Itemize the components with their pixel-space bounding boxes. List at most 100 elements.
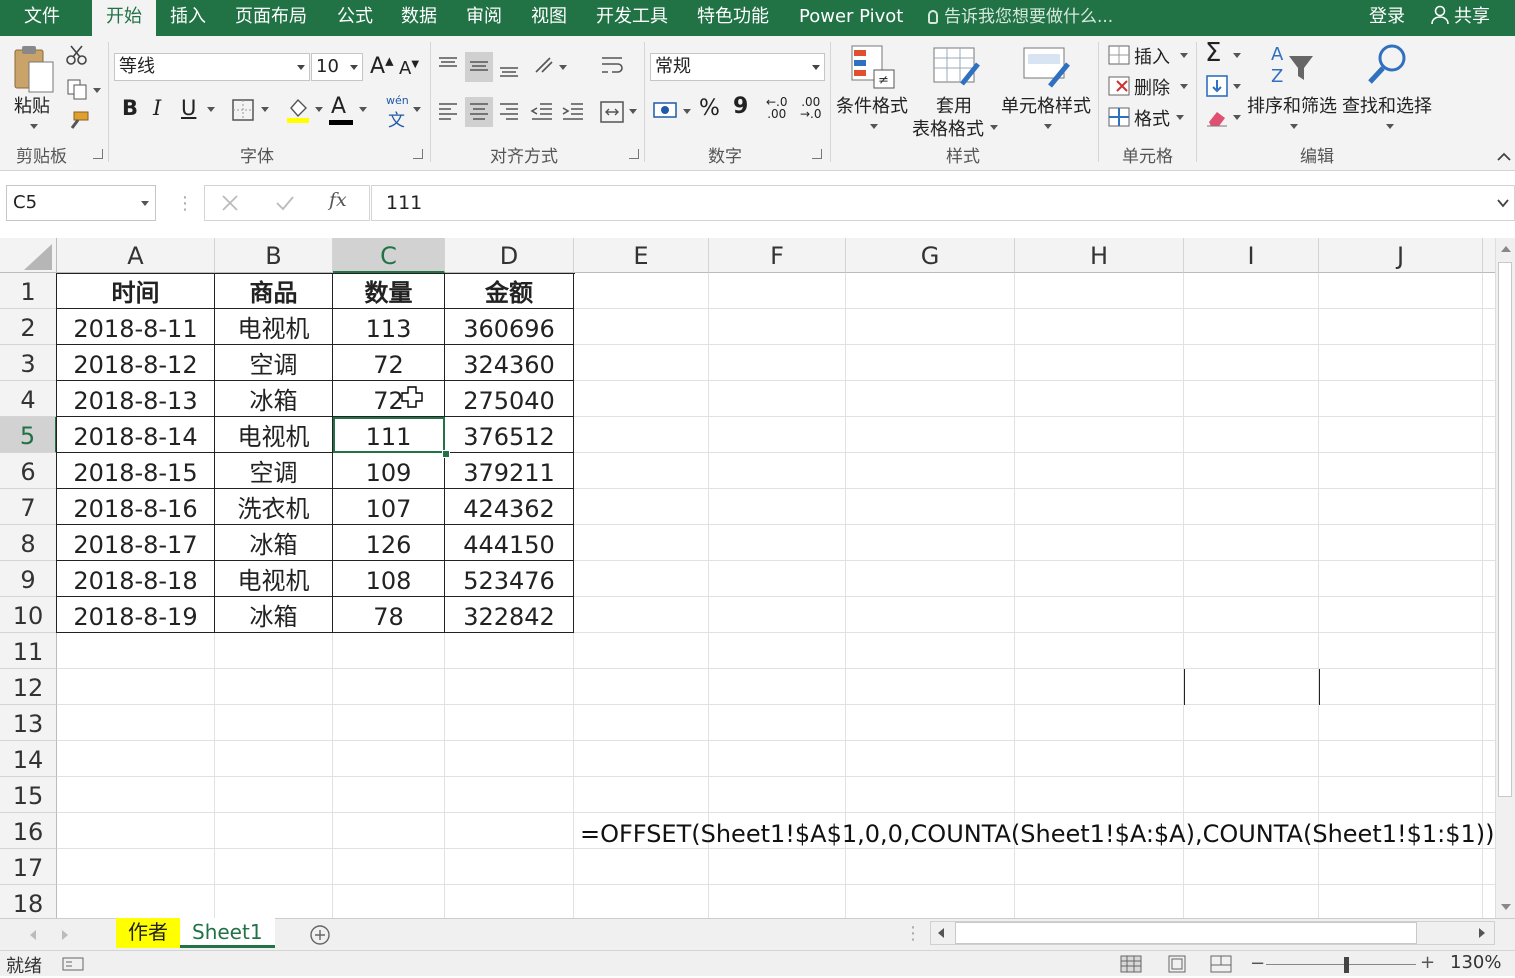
empty-cell[interactable] <box>1015 741 1184 777</box>
cell-styles-icon[interactable] <box>1022 44 1072 90</box>
horizontal-scroll-thumb[interactable] <box>955 922 1417 944</box>
row-header[interactable]: 1 <box>0 273 57 309</box>
page-layout-view-icon[interactable] <box>1166 955 1188 973</box>
table-cell[interactable]: 322842 <box>445 597 574 633</box>
empty-cell[interactable] <box>709 453 846 489</box>
empty-cell[interactable] <box>1015 381 1184 417</box>
alignment-launcher-icon[interactable] <box>629 149 639 159</box>
empty-cell[interactable] <box>1319 885 1483 918</box>
empty-cell[interactable] <box>1319 741 1483 777</box>
table-cell[interactable]: 72 <box>333 345 445 381</box>
table-cell[interactable]: 379211 <box>445 453 574 489</box>
scroll-right-icon[interactable] <box>1477 927 1487 939</box>
empty-cell[interactable] <box>846 669 1015 705</box>
empty-cell[interactable] <box>57 849 215 885</box>
empty-cell[interactable] <box>1184 633 1319 669</box>
increase-indent-icon[interactable] <box>561 101 585 123</box>
empty-cell[interactable] <box>333 669 445 705</box>
empty-cell[interactable] <box>846 273 1015 309</box>
table-cell[interactable]: 冰箱 <box>215 381 333 417</box>
name-box[interactable]: C5 <box>6 185 156 221</box>
empty-cell[interactable] <box>574 885 709 918</box>
fill-down-icon[interactable] <box>1205 74 1229 98</box>
empty-cell[interactable] <box>1015 633 1184 669</box>
empty-cell[interactable] <box>846 309 1015 345</box>
empty-cell[interactable] <box>1483 561 1495 597</box>
empty-cell[interactable] <box>215 849 333 885</box>
empty-cell[interactable] <box>1483 273 1495 309</box>
empty-cell[interactable] <box>1184 417 1319 453</box>
format-as-table-label-2[interactable]: 表格格式 <box>912 115 984 141</box>
empty-cell[interactable] <box>574 597 709 633</box>
empty-cell[interactable] <box>333 885 445 918</box>
select-all-button[interactable] <box>0 238 57 273</box>
empty-cell[interactable] <box>1184 561 1319 597</box>
tab-data[interactable]: 数据 <box>401 0 437 36</box>
table-cell[interactable]: 冰箱 <box>215 597 333 633</box>
empty-cell[interactable] <box>333 813 445 849</box>
empty-cell[interactable] <box>846 849 1015 885</box>
clear-dropdown-icon[interactable] <box>1233 115 1241 120</box>
table-header-cell[interactable]: 数量 <box>333 273 445 309</box>
empty-cell[interactable] <box>574 453 709 489</box>
table-cell[interactable]: 洗衣机 <box>215 489 333 525</box>
row-header[interactable]: 17 <box>0 849 57 885</box>
empty-cell[interactable] <box>709 561 846 597</box>
conditional-format-icon[interactable]: ≠ <box>850 44 896 90</box>
empty-cell[interactable] <box>1483 705 1495 741</box>
column-header[interactable]: J <box>1319 238 1483 273</box>
align-right-icon[interactable] <box>498 101 520 123</box>
tab-formulas[interactable]: 公式 <box>337 0 373 36</box>
row-header[interactable]: 6 <box>0 453 57 489</box>
empty-cell[interactable] <box>709 633 846 669</box>
empty-cell[interactable] <box>1319 381 1483 417</box>
formula-bar-splitter-icon[interactable]: ⋮ <box>176 193 194 214</box>
cell-styles-label[interactable]: 单元格样式 <box>1001 92 1091 118</box>
table-header-cell[interactable]: 时间 <box>57 273 215 309</box>
empty-cell[interactable] <box>1015 777 1184 813</box>
empty-cell[interactable] <box>709 525 846 561</box>
empty-cell[interactable] <box>1015 489 1184 525</box>
fill-handle[interactable] <box>442 450 450 458</box>
empty-cell[interactable] <box>57 813 215 849</box>
empty-cell[interactable] <box>1483 381 1495 417</box>
paste-dropdown-icon[interactable] <box>30 124 38 129</box>
empty-cell[interactable] <box>1015 705 1184 741</box>
percent-button[interactable]: % <box>699 96 720 121</box>
normal-view-icon[interactable] <box>1120 955 1142 973</box>
empty-cell[interactable] <box>215 669 333 705</box>
column-header[interactable]: B <box>215 238 333 273</box>
bold-button[interactable]: B <box>122 96 138 120</box>
table-cell[interactable]: 2018-8-14 <box>57 417 215 453</box>
empty-cell[interactable] <box>574 417 709 453</box>
empty-cell[interactable] <box>215 777 333 813</box>
empty-cell[interactable] <box>709 597 846 633</box>
tab-developer[interactable]: 开发工具 <box>596 0 668 36</box>
empty-cell[interactable] <box>1483 309 1495 345</box>
copy-icon[interactable] <box>66 78 88 100</box>
empty-cell[interactable] <box>1184 741 1319 777</box>
cut-icon[interactable] <box>66 44 88 66</box>
empty-cell[interactable] <box>846 741 1015 777</box>
empty-cell[interactable] <box>1015 561 1184 597</box>
align-top-icon[interactable] <box>437 56 459 78</box>
empty-cell[interactable] <box>1184 885 1319 918</box>
tab-home[interactable]: 开始 <box>92 0 156 36</box>
row-header[interactable]: 13 <box>0 705 57 741</box>
empty-cell[interactable] <box>574 561 709 597</box>
insert-cells-label[interactable]: 插入 <box>1134 43 1170 69</box>
empty-cell[interactable] <box>333 705 445 741</box>
autosum-dropdown-icon[interactable] <box>1233 53 1241 58</box>
tab-view[interactable]: 视图 <box>531 0 567 36</box>
scroll-left-icon[interactable] <box>936 927 946 939</box>
empty-cell[interactable] <box>1319 597 1483 633</box>
number-launcher-icon[interactable] <box>812 149 822 159</box>
empty-cell[interactable] <box>846 705 1015 741</box>
empty-cell[interactable] <box>1319 669 1483 705</box>
tab-page-layout[interactable]: 页面布局 <box>235 0 307 36</box>
empty-cell[interactable] <box>846 489 1015 525</box>
empty-cell[interactable] <box>1483 525 1495 561</box>
empty-cell[interactable] <box>846 345 1015 381</box>
formula-input[interactable]: 111 <box>371 185 1515 221</box>
empty-cell[interactable] <box>57 633 215 669</box>
